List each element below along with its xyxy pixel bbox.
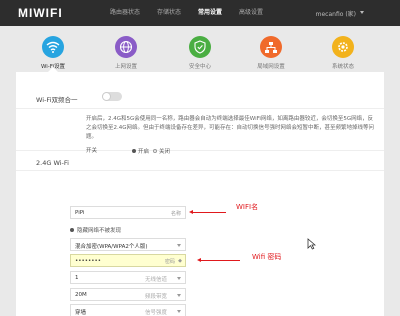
globe-icon xyxy=(115,36,137,58)
top-bar: MIWIFI 路由器状态 存储状态 常用设置 高级设置 mecanfio (家) xyxy=(0,0,400,26)
nav-common-settings[interactable]: 常用设置 xyxy=(198,0,222,26)
hide-network-label: 隐藏网络不被发现 xyxy=(77,228,122,234)
channel-hint: 无线信道 xyxy=(144,277,167,283)
annotation-wifi-name: WIFI名 xyxy=(236,203,259,211)
dualband-toggle[interactable] xyxy=(102,92,122,101)
tab-label: 局域网设置 xyxy=(257,64,285,70)
hide-network-checkbox[interactable] xyxy=(70,228,74,232)
bandwidth-value: 20M xyxy=(75,292,87,298)
chevron-down-icon[interactable] xyxy=(360,11,364,14)
tab-security-center[interactable]: 安全中心 xyxy=(178,36,222,70)
bandwidth-select[interactable]: 20M 频段带宽 xyxy=(70,288,186,301)
gear-icon xyxy=(332,36,354,58)
nav-router-status[interactable]: 路由器状态 xyxy=(110,0,140,26)
annotation-arrow xyxy=(197,258,240,262)
signal-strength-select[interactable]: 穿墙 信号强度 xyxy=(70,304,186,316)
dualband-description: 开启后，2.4G和5G会使用同一名称，路由器会自动为终端选择最佳WiFi网络，如… xyxy=(86,116,375,140)
annotation-arrow xyxy=(189,210,226,214)
password-hint: 密码 xyxy=(164,259,175,265)
eye-icon[interactable]: ◆ xyxy=(178,258,182,264)
nav-storage-status[interactable]: 存储状态 xyxy=(157,0,181,26)
nav-advanced-settings[interactable]: 高级设置 xyxy=(239,0,263,26)
network-icon xyxy=(260,36,282,58)
tab-system-status[interactable]: 系统状态 xyxy=(321,36,365,70)
tab-label: 系统状态 xyxy=(331,64,354,70)
mouse-cursor-icon xyxy=(307,238,316,250)
ssid-hint: 名称 xyxy=(170,211,181,217)
annotation-wifi-password: Wifi 密码 xyxy=(252,253,282,261)
chevron-down-icon xyxy=(177,244,181,247)
tab-label: 安全中心 xyxy=(188,64,211,70)
top-nav: 路由器状态 存储状态 常用设置 高级设置 xyxy=(110,0,280,26)
wifi24-section-title: 2.4G Wi-Fi xyxy=(36,159,69,167)
tab-wifi-settings[interactable]: Wi-Fi设置 xyxy=(31,36,75,70)
chevron-down-icon xyxy=(177,294,181,297)
signal-strength-value: 穿墙 xyxy=(75,310,87,316)
encryption-value: 混合加密(WPA/WPA2个人版) xyxy=(75,244,148,250)
wifi24-switch-radios: 开启 关闭 xyxy=(132,147,170,155)
radio-off[interactable] xyxy=(153,149,158,153)
divider xyxy=(16,108,384,109)
channel-select[interactable]: 1 无线信道 xyxy=(70,271,186,284)
radio-on[interactable] xyxy=(132,149,136,153)
wifi-icon xyxy=(42,36,64,58)
tab-label: 上网设置 xyxy=(114,64,137,70)
divider xyxy=(16,150,384,151)
password-value: •••••••• xyxy=(75,258,101,264)
ssid-input[interactable]: PiPi 名称 xyxy=(70,206,186,219)
shield-icon xyxy=(189,36,211,58)
chevron-down-icon xyxy=(177,277,181,280)
signal-strength-hint: 信号强度 xyxy=(144,310,167,316)
chevron-down-icon xyxy=(177,310,181,313)
encryption-select[interactable]: 混合加密(WPA/WPA2个人版) xyxy=(70,238,186,251)
ssid-value: PiPi xyxy=(75,210,85,216)
hide-network-row[interactable]: 隐藏网络不被发现 xyxy=(70,226,121,234)
logo: MIWIFI xyxy=(18,6,63,20)
radio-on-label: 开启 xyxy=(138,149,150,155)
user-menu[interactable]: mecanfio (家) xyxy=(316,9,356,18)
password-input[interactable]: •••••••• 密码 ◆ xyxy=(70,254,186,267)
toggle-knob xyxy=(102,92,111,101)
tab-internet-settings[interactable]: 上网设置 xyxy=(104,36,148,70)
divider xyxy=(16,170,384,171)
tab-lan-settings[interactable]: 局域网设置 xyxy=(249,36,293,70)
channel-value: 1 xyxy=(75,275,79,281)
dualband-label: Wi-Fi双频合一 xyxy=(36,96,78,104)
radio-off-label: 关闭 xyxy=(159,149,171,155)
switch-label: 开关 xyxy=(86,148,98,154)
settings-tabs: Wi-Fi设置 上网设置 安全中心 局域网设置 系统状态 xyxy=(0,26,400,72)
bandwidth-hint: 频段带宽 xyxy=(144,294,167,300)
